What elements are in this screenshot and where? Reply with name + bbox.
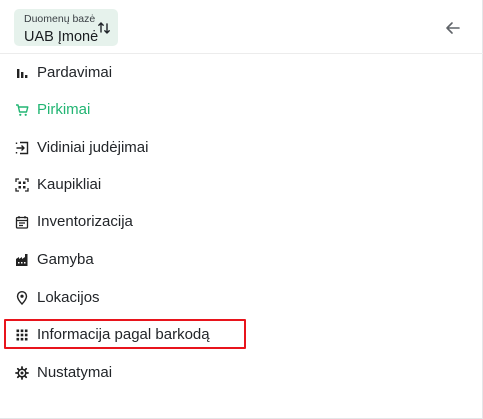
menu-item-label: Lokacijos: [37, 289, 100, 306]
menu-item-label: Pardavimai: [37, 64, 113, 81]
menu-item-label: Kaupikliai: [37, 176, 102, 193]
qr-scan-icon: [15, 177, 29, 192]
menu-item-label: Informacija pagal barkodą: [37, 326, 210, 343]
sidebar-header: Duomenų bazė UAB Įmonė: [0, 0, 483, 54]
move-in-icon: [15, 141, 29, 155]
gear-icon: [15, 365, 29, 380]
menu-item-vidiniai-judejimai[interactable]: Vidiniai judėjimai: [0, 129, 483, 166]
menu-item-label: Gamyba: [37, 251, 94, 268]
sidebar-panel: Duomenų bazė UAB Įmonė Pardavimai Pirkim…: [0, 0, 483, 419]
menu-item-lokacijos[interactable]: Lokacijos: [0, 279, 483, 316]
menu-item-pirkimai[interactable]: Pirkimai: [0, 91, 483, 128]
arrow-left-icon[interactable]: [444, 19, 462, 37]
location-pin-icon: [15, 290, 29, 305]
factory-icon: [15, 253, 29, 267]
menu-item-informacija-pagal-barkoda[interactable]: Informacija pagal barkodą: [0, 316, 483, 353]
database-selector[interactable]: Duomenų bazė UAB Įmonė: [14, 9, 118, 46]
menu-item-label: Nustatymai: [37, 364, 113, 381]
menu-item-label: Vidiniai judėjimai: [37, 139, 149, 156]
menu-item-pardavimai[interactable]: Pardavimai: [0, 54, 483, 91]
bar-chart-icon: [15, 66, 29, 80]
menu-item-nustatymai[interactable]: Nustatymai: [0, 354, 483, 391]
calendar-list-icon: [15, 215, 29, 229]
menu-item-inventorizacija[interactable]: Inventorizacija: [0, 203, 483, 240]
grid-icon: [15, 328, 29, 342]
shopping-cart-icon: [15, 103, 29, 117]
menu-item-kaupikliai[interactable]: Kaupikliai: [0, 166, 483, 203]
menu-item-label: Inventorizacija: [37, 213, 133, 230]
menu-item-gamyba[interactable]: Gamyba: [0, 241, 483, 278]
menu-item-label: Pirkimai: [37, 101, 91, 118]
swap-vertical-icon: [98, 22, 110, 34]
